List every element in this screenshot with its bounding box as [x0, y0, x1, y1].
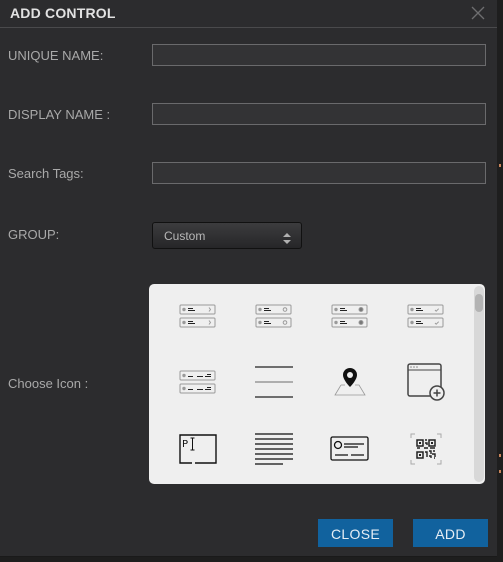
background-mark — [499, 164, 501, 167]
list-rows-chevron-icon[interactable] — [168, 291, 228, 341]
svg-text:P: P — [182, 439, 188, 450]
close-button[interactable]: CLOSE — [318, 519, 393, 547]
list-rows-check-icon[interactable] — [396, 291, 456, 341]
text-input-cursor-icon[interactable]: P — [168, 424, 228, 474]
list-rows-columns-icon[interactable] — [168, 357, 228, 407]
search-tags-input[interactable] — [152, 162, 486, 184]
unique-name-label: UNIQUE NAME: — [8, 48, 104, 63]
display-name-input[interactable] — [152, 103, 486, 125]
dialog-title: ADD CONTROL — [10, 5, 116, 21]
group-select-value: Custom — [164, 229, 206, 243]
list-rows-radio-filled-icon[interactable] — [320, 291, 380, 341]
icon-picker-panel: P — [149, 284, 485, 484]
icon-panel-scrollbar[interactable] — [474, 286, 484, 482]
search-tags-label: Search Tags: — [8, 166, 84, 181]
horizontal-lines-icon[interactable] — [244, 357, 304, 407]
add-control-dialog: ADD CONTROL UNIQUE NAME: DISPLAY NAME : … — [0, 0, 497, 557]
group-label: GROUP: — [8, 227, 60, 242]
close-x-icon[interactable] — [471, 6, 485, 20]
paragraph-lines-icon[interactable] — [244, 424, 304, 474]
display-name-label: DISPLAY NAME : — [8, 107, 111, 122]
id-card-icon[interactable] — [320, 424, 380, 474]
window-add-icon[interactable] — [396, 357, 456, 407]
sort-arrows-icon — [283, 231, 291, 244]
list-rows-radio-icon[interactable] — [244, 291, 304, 341]
group-select[interactable]: Custom — [152, 222, 302, 249]
background-mark — [499, 470, 501, 473]
choose-icon-label: Choose Icon : — [8, 376, 89, 391]
background-mark — [499, 454, 501, 457]
qr-code-scan-icon[interactable] — [396, 424, 456, 474]
dialog-header: ADD CONTROL — [0, 0, 497, 28]
unique-name-input[interactable] — [152, 44, 486, 66]
add-button[interactable]: ADD — [413, 519, 488, 547]
scrollbar-thumb[interactable] — [475, 294, 483, 312]
map-pin-icon[interactable] — [320, 357, 380, 407]
background-window — [497, 0, 503, 562]
